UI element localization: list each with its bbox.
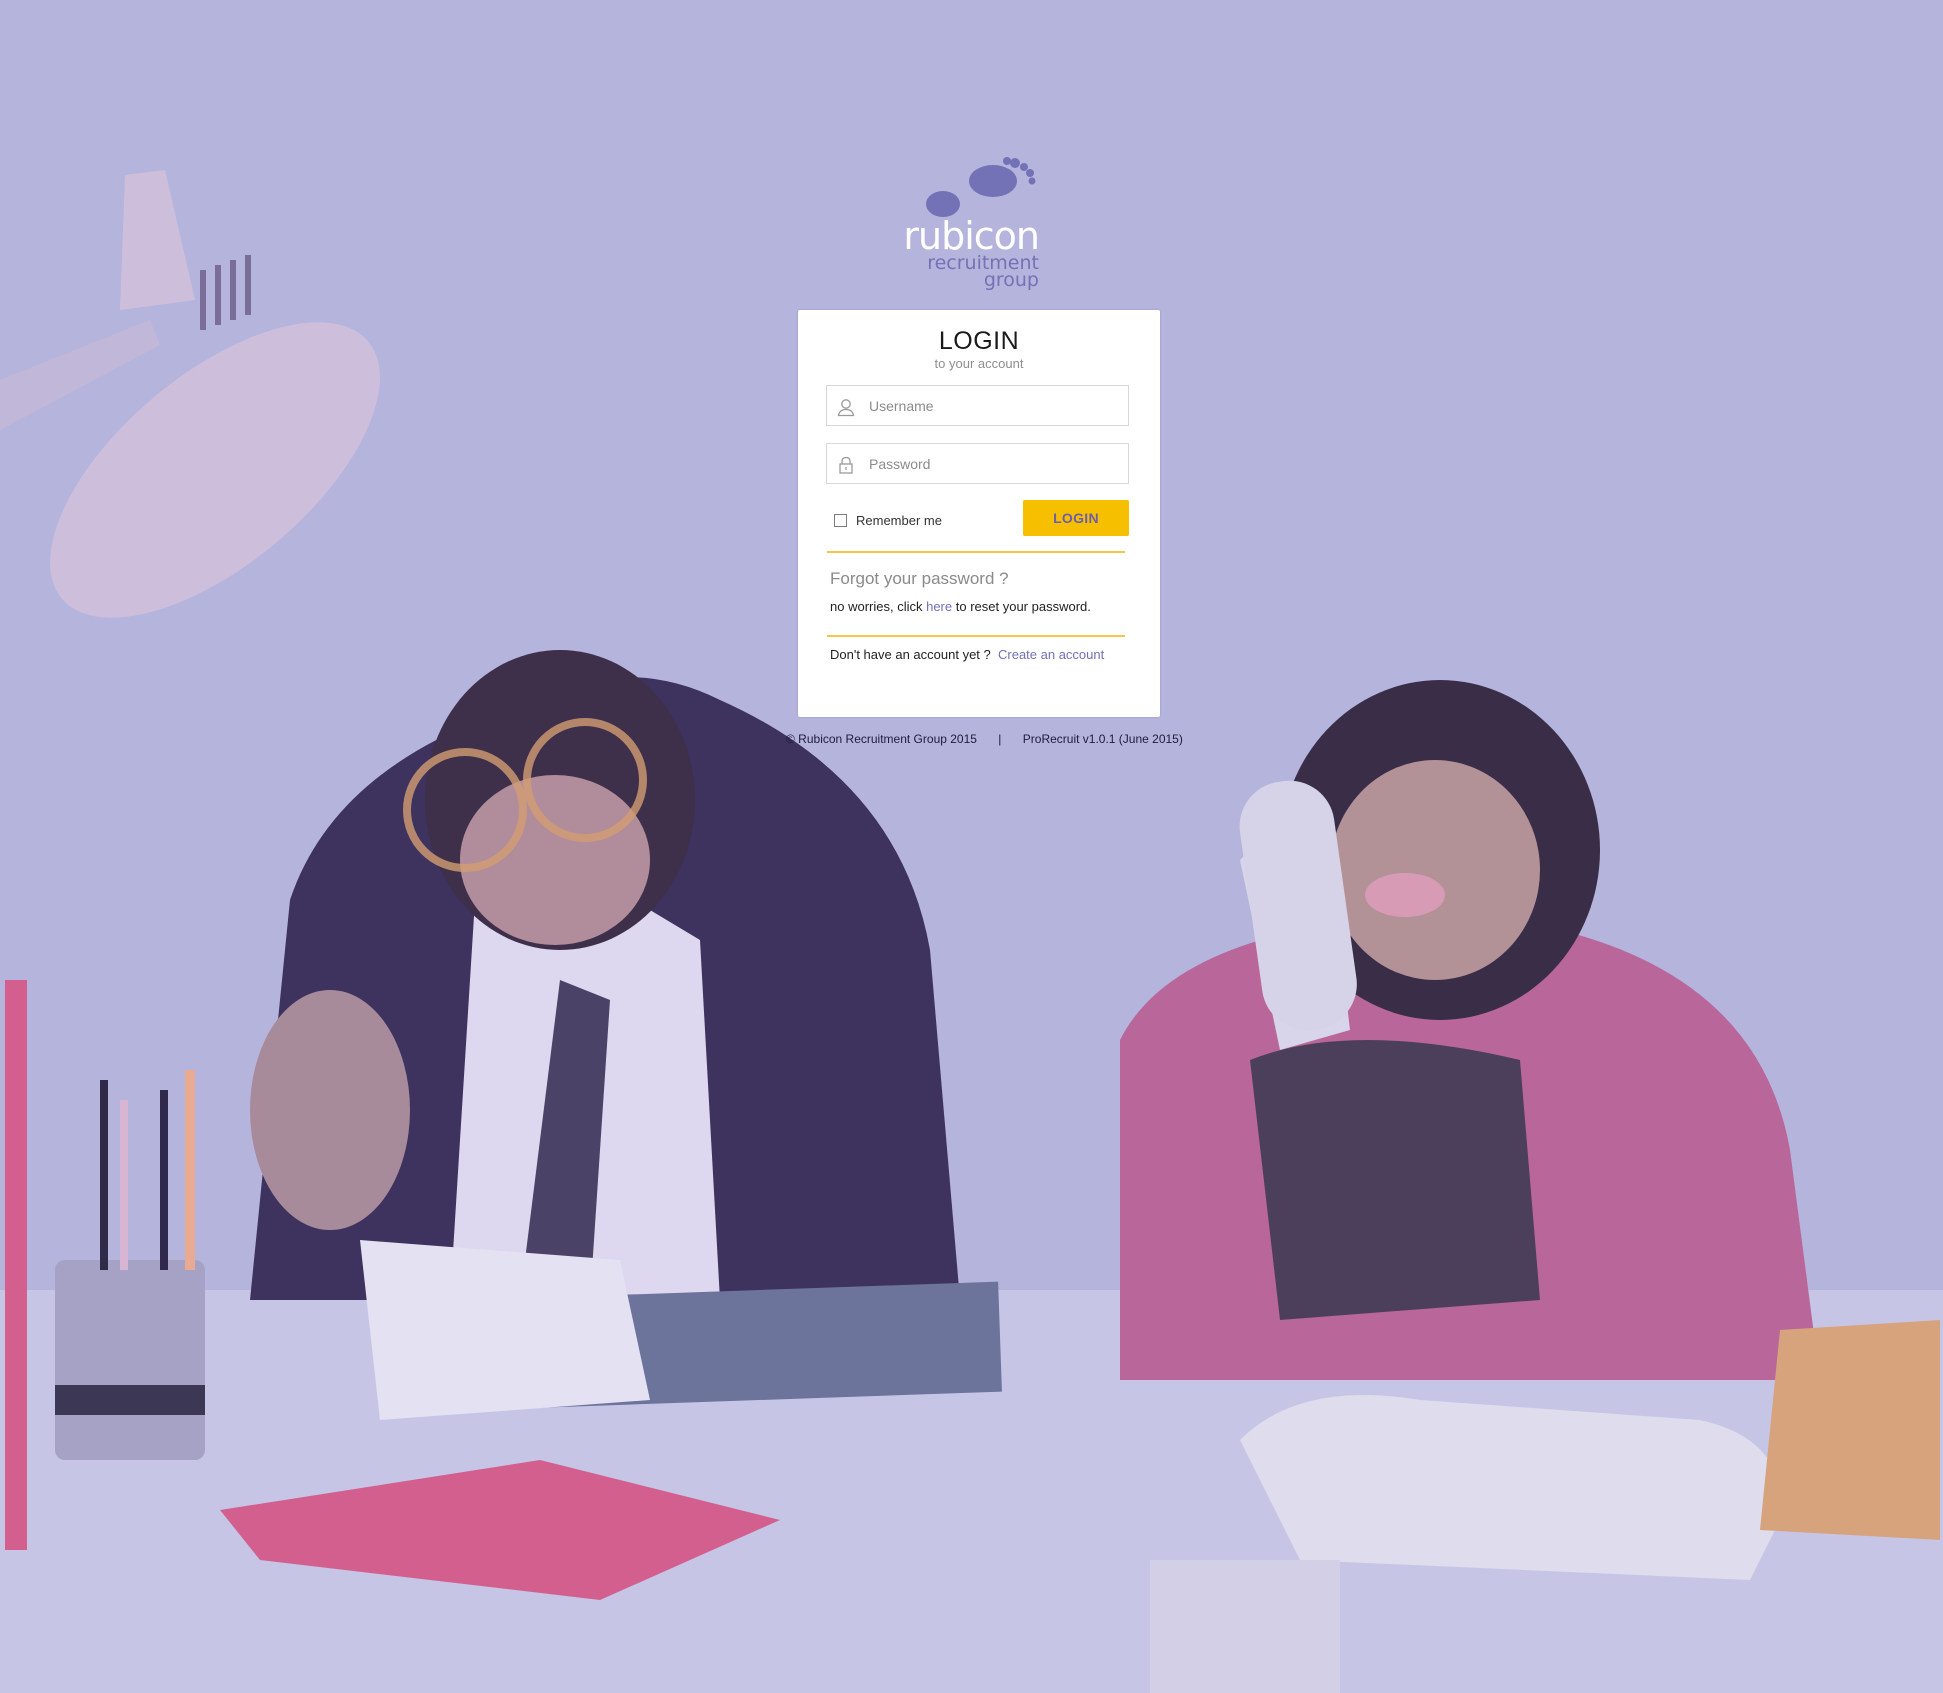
- telephone: [1240, 1395, 1781, 1580]
- login-card: LOGIN to your account Remember me LOGIN …: [798, 310, 1160, 717]
- forgot-password-text: no worries, click here to reset your pas…: [830, 599, 1091, 614]
- copyright-text: © Rubicon Recruitment Group 2015: [786, 732, 977, 746]
- lock-icon: [839, 456, 853, 474]
- username-field[interactable]: [826, 385, 1129, 426]
- remember-me-checkbox[interactable]: [834, 513, 847, 527]
- divider: [827, 635, 1125, 637]
- footer-separator: |: [998, 732, 1002, 746]
- username-input[interactable]: [869, 386, 1119, 425]
- rubicon-logo: rubicon recruitment group: [903, 155, 1045, 295]
- logo-brand-text: rubicon: [903, 214, 1040, 258]
- forgot-password-suffix: to reset your password.: [955, 599, 1091, 614]
- password-input[interactable]: [869, 444, 1119, 483]
- notebook: [360, 1240, 650, 1420]
- password-field[interactable]: [826, 443, 1129, 484]
- stapler: [1760, 1320, 1940, 1540]
- login-button[interactable]: LOGIN: [1023, 500, 1129, 536]
- signup-prompt: Don't have an account yet ? Create an ac…: [830, 647, 1104, 662]
- reset-password-link[interactable]: here: [926, 599, 952, 614]
- pencil-cup: [55, 1260, 205, 1460]
- user-icon: [837, 399, 855, 417]
- divider: [827, 551, 1125, 553]
- forgot-password-prefix: no worries, click: [830, 599, 923, 614]
- version-text: ProRecruit v1.0.1 (June 2015): [1022, 732, 1183, 746]
- footer: © Rubicon Recruitment Group 2015 | ProRe…: [786, 732, 1183, 746]
- create-account-link[interactable]: Create an account: [998, 647, 1104, 662]
- logo-subtitle-line2: group: [983, 269, 1039, 291]
- login-title: LOGIN: [938, 327, 1020, 355]
- glass-jar: [1150, 1560, 1340, 1693]
- remember-me[interactable]: Remember me: [834, 510, 942, 530]
- forgot-password-heading: Forgot your password ?: [830, 569, 1009, 588]
- remember-me-label: Remember me: [856, 512, 942, 528]
- login-subtitle: to your account: [934, 356, 1024, 371]
- signup-prefix: Don't have an account yet ?: [830, 647, 991, 662]
- red-candle: [5, 980, 27, 1550]
